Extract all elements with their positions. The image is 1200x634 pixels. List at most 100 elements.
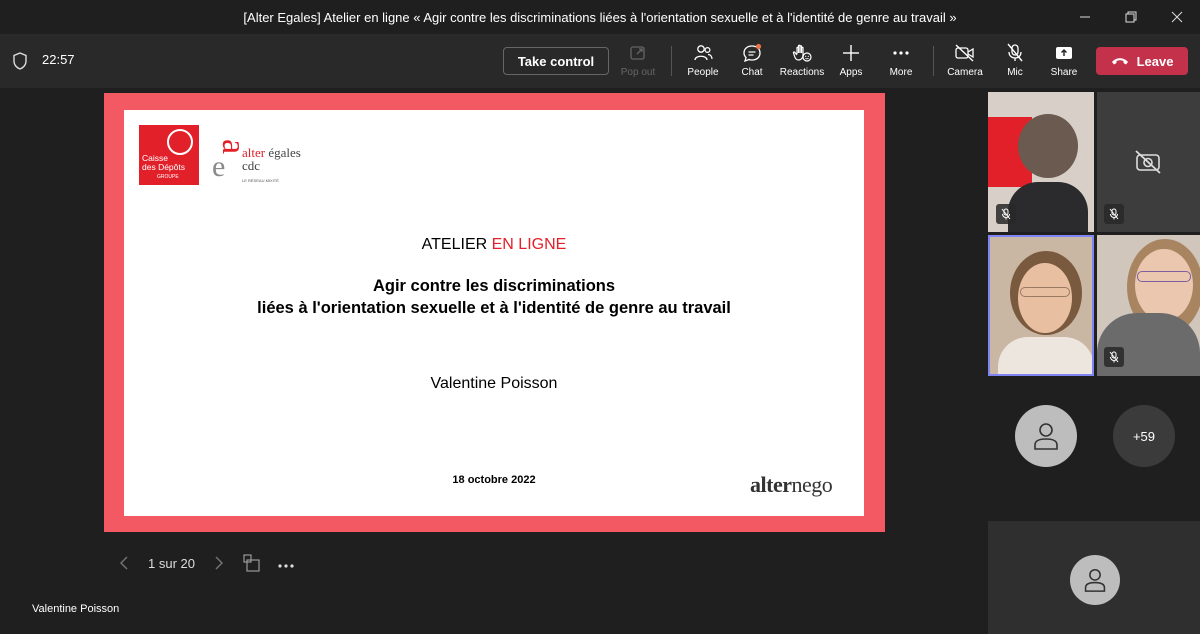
caisse-des-depots-logo: Caisse des Dépôts GROUPE [139,125,199,185]
participant-avatar[interactable] [1015,405,1077,467]
camera-label: Camera [947,67,983,78]
meeting-timer: 22:57 [42,52,75,67]
meeting-toolbar: 22:57 Take control Pop out People Chat R… [0,34,1200,88]
chat-label: Chat [741,67,763,78]
people-button[interactable]: People [678,42,728,82]
mic-off-icon [1004,42,1026,64]
participant-head [1018,114,1078,178]
chevron-left-icon [120,556,128,570]
pop-out-label: Pop out [620,67,656,78]
muted-indicator [996,204,1016,224]
alter-egales-wordmark: alter égales cdc LE RÉSEAU MIXITÉ [242,146,301,187]
toolbar-divider [933,46,934,76]
camera-button[interactable]: Camera [940,42,990,82]
reactions-button[interactable]: Reactions [777,42,827,82]
chevron-right-icon [215,556,223,570]
hang-up-icon [1111,58,1128,65]
slide-title-line: Agir contre les discriminations [372,277,616,295]
more-icon [890,42,912,64]
seal-icon [167,129,193,155]
window-title: [Alter Egales] Atelier en ligne « Agir c… [243,9,957,25]
pop-out-button[interactable]: Pop out [613,42,663,82]
mic-off-icon [1109,351,1119,363]
share-screen-icon [1053,42,1075,64]
chat-icon [741,42,763,64]
mic-off-icon [1109,208,1119,220]
presentation-slide: Caisse des Dépôts GROUPE a e alter égale… [124,110,864,516]
slide-title: Agir contre les discriminations liées à … [124,275,864,319]
logo-text: cdc [242,158,261,173]
self-avatar [1070,555,1120,605]
title-bar: [Alter Egales] Atelier en ligne « Agir c… [0,0,1200,34]
slide-more-options-button[interactable] [277,553,295,574]
people-label: People [687,67,719,78]
logo-text: des Dépôts [142,162,185,172]
logo-text: GROUPE [157,174,179,180]
leave-button[interactable]: Leave [1096,47,1188,75]
pop-out-icon [627,42,649,64]
camera-off-icon [954,42,976,64]
participant-video-tile[interactable] [988,92,1094,232]
participant-body [1008,182,1088,232]
mic-label: Mic [1007,67,1023,78]
leave-label: Leave [1136,53,1174,69]
minimize-icon [1080,16,1090,18]
glasses-icon [1137,271,1191,282]
kicker-highlight: EN LIGNE [491,236,567,253]
camera-off-icon [1135,150,1161,174]
slide-title-line: liées à l'orientation sexuelle et à l'id… [257,299,731,317]
mic-button[interactable]: Mic [990,42,1040,82]
toolbar-divider [671,46,672,76]
people-icon [692,42,714,64]
slide-speaker: Valentine Poisson [430,375,558,392]
more-button[interactable]: More [876,42,926,82]
logo-text: alter [750,472,792,497]
minimize-button[interactable] [1062,0,1108,34]
restore-button[interactable] [1108,0,1154,34]
reactions-label: Reactions [779,67,825,78]
restore-icon [1125,11,1137,23]
logo-text: égales [268,145,301,160]
shared-content: Caisse des Dépôts GROUPE a e alter égale… [104,93,885,532]
apps-label: Apps [839,67,863,78]
svg-text:e: e [212,150,225,183]
chat-button[interactable]: Chat [727,42,777,82]
logo-text: nego [791,472,833,497]
close-button[interactable] [1154,0,1200,34]
slide-counter: 1 sur 20 [148,555,195,571]
presenter-name: Valentine Poisson [32,603,120,615]
glasses-icon [1020,287,1070,297]
slide-grid-icon[interactable] [243,554,261,572]
participant-face [1135,249,1193,321]
shield-icon [13,52,27,70]
share-button[interactable]: Share [1039,42,1089,82]
person-icon [1084,568,1106,592]
more-icon [278,563,294,568]
person-icon [1034,423,1058,450]
participant-video-tile[interactable] [1097,235,1200,376]
participant-body [998,337,1092,374]
plus-icon [840,42,862,64]
logo-text: LE RÉSEAU MIXITÉ [242,178,279,183]
more-label: More [889,67,913,78]
muted-indicator [1104,204,1124,224]
overflow-participants-button[interactable]: +59 [1113,405,1175,467]
kicker-text: ATELIER [421,236,488,253]
mic-off-icon [1001,208,1011,220]
previous-slide-button[interactable] [114,553,134,573]
take-control-button[interactable]: Take control [503,47,609,75]
raise-hand-icon [791,42,813,64]
apps-button[interactable]: Apps [826,42,876,82]
alter-egales-monogram-icon: a e [212,139,240,183]
window-controls [1062,0,1200,34]
next-slide-button[interactable] [209,553,229,573]
self-view-tile[interactable] [988,521,1200,634]
active-speaker-video-tile[interactable] [988,235,1094,376]
slide-kicker: ATELIER EN LIGNE [124,236,864,254]
muted-indicator [1104,347,1124,367]
close-icon [1171,11,1183,23]
participant-face [1018,263,1072,333]
share-label: Share [1050,67,1078,78]
alternego-logo: alternego [750,472,833,498]
participant-camera-off-tile[interactable] [1097,92,1200,232]
